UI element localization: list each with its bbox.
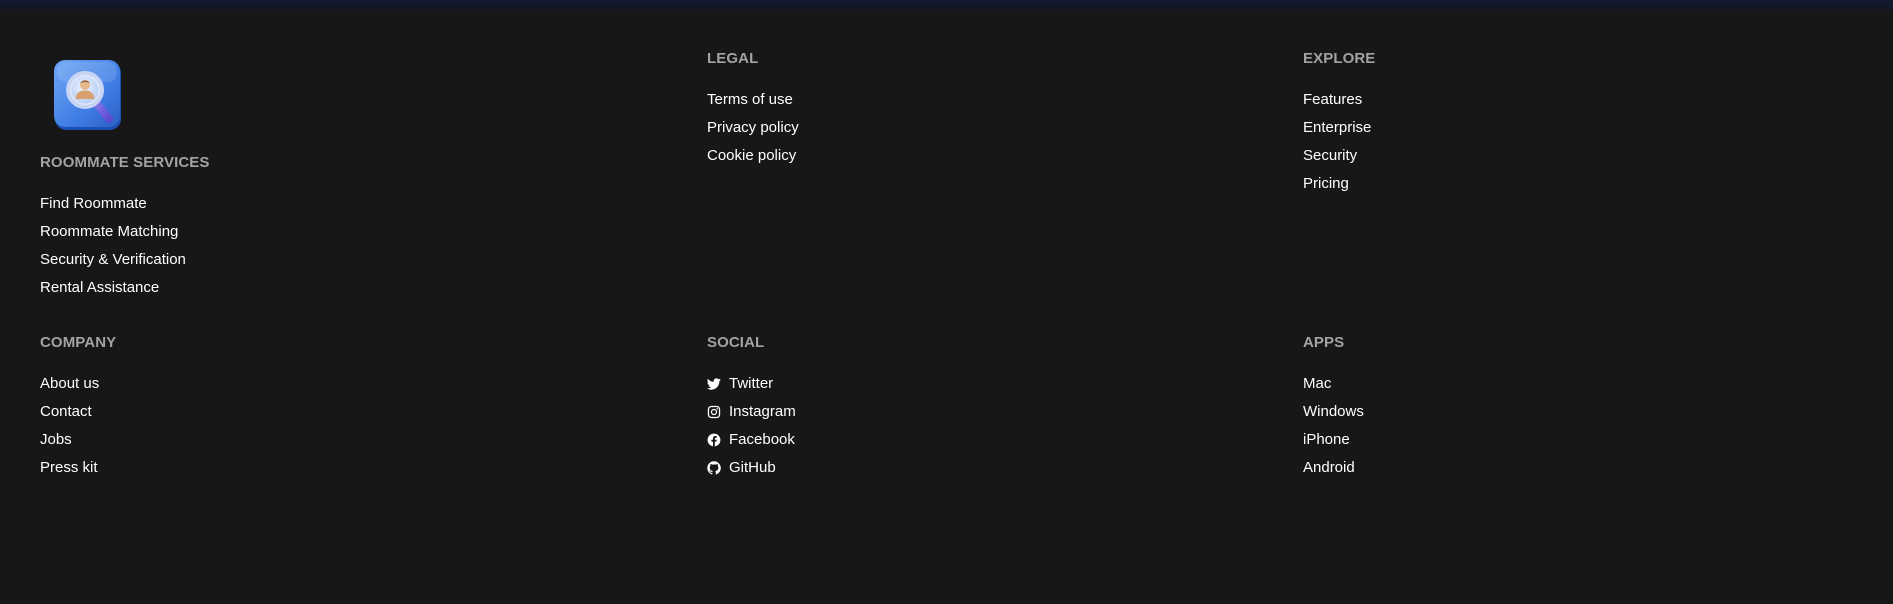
list-item: Rental Assistance: [40, 274, 210, 302]
list-item: Windows: [1303, 398, 1364, 426]
link-instagram[interactable]: Instagram: [707, 398, 796, 426]
footer-heading-legal: LEGAL: [707, 50, 759, 67]
link-twitter[interactable]: Twitter: [707, 370, 773, 398]
list-item: Cookie policy: [707, 142, 799, 170]
footer-heading-social: SOCIAL: [707, 334, 765, 351]
link-label-instagram: Instagram: [729, 403, 796, 420]
footer-links-legal: Terms of use Privacy policy Cookie polic…: [707, 86, 799, 170]
footer-heading-company: COMPANY: [40, 334, 117, 351]
link-windows[interactable]: Windows: [1303, 398, 1364, 426]
github-icon: [707, 461, 721, 475]
list-item: Contact: [40, 398, 116, 426]
footer-column-explore: EXPLORE Features Enterprise Security Pri…: [1303, 50, 1375, 198]
list-item: Jobs: [40, 426, 116, 454]
link-iphone[interactable]: iPhone: [1303, 426, 1350, 454]
list-item: Terms of use: [707, 86, 799, 114]
top-gradient-strip: [0, 0, 1893, 11]
list-item: Facebook: [707, 426, 796, 454]
magnifier-person-icon[interactable]: [53, 59, 125, 133]
list-item: Find Roommate: [40, 190, 210, 218]
link-about-us[interactable]: About us: [40, 370, 99, 398]
footer-column-company: COMPANY About us Contact Jobs Press kit: [40, 334, 116, 482]
link-facebook[interactable]: Facebook: [707, 426, 795, 454]
link-jobs[interactable]: Jobs: [40, 426, 72, 454]
list-item: Pricing: [1303, 170, 1375, 198]
footer-links-company: About us Contact Jobs Press kit: [40, 370, 116, 482]
footer-links-social: Twitter Instagram Facebook GitHub: [707, 370, 796, 482]
link-label-github: GitHub: [729, 459, 776, 476]
link-label-twitter: Twitter: [729, 375, 774, 392]
list-item: Press kit: [40, 454, 116, 482]
instagram-icon: [707, 405, 721, 419]
list-item: Enterprise: [1303, 114, 1375, 142]
footer-heading-roommate-services: ROOMMATE SERVICES: [40, 154, 210, 171]
list-item: GitHub: [707, 454, 796, 482]
list-item: Security & Verification: [40, 246, 210, 274]
link-github[interactable]: GitHub: [707, 454, 776, 482]
list-item: Roommate Matching: [40, 218, 210, 246]
twitter-icon: [707, 378, 721, 390]
link-press-kit[interactable]: Press kit: [40, 454, 98, 482]
footer-column-legal: LEGAL Terms of use Privacy policy Cookie…: [707, 50, 799, 170]
footer-column-social: SOCIAL Twitter Instagram Facebook GitHub: [707, 334, 796, 482]
footer-links-explore: Features Enterprise Security Pricing: [1303, 86, 1375, 198]
link-terms-of-use[interactable]: Terms of use: [707, 86, 793, 114]
link-mac[interactable]: Mac: [1303, 370, 1331, 398]
link-rental-assistance[interactable]: Rental Assistance: [40, 274, 159, 302]
footer-heading-apps: APPS: [1303, 334, 1345, 351]
link-features[interactable]: Features: [1303, 86, 1362, 114]
list-item: iPhone: [1303, 426, 1364, 454]
footer-column-apps: APPS Mac Windows iPhone Android: [1303, 334, 1364, 482]
link-roommate-matching[interactable]: Roommate Matching: [40, 218, 178, 246]
list-item: Privacy policy: [707, 114, 799, 142]
list-item: Security: [1303, 142, 1375, 170]
list-item: Android: [1303, 454, 1364, 482]
list-item: About us: [40, 370, 116, 398]
link-cookie-policy[interactable]: Cookie policy: [707, 142, 796, 170]
link-find-roommate[interactable]: Find Roommate: [40, 190, 147, 218]
list-item: Instagram: [707, 398, 796, 426]
footer-links-roommate-services: Find Roommate Roommate Matching Security…: [40, 190, 210, 302]
link-pricing[interactable]: Pricing: [1303, 170, 1349, 198]
footer-links-apps: Mac Windows iPhone Android: [1303, 370, 1364, 482]
list-item: Twitter: [707, 370, 796, 398]
facebook-icon: [707, 433, 721, 447]
link-android[interactable]: Android: [1303, 454, 1355, 482]
footer-heading-explore: EXPLORE: [1303, 50, 1376, 67]
list-item: Features: [1303, 86, 1375, 114]
footer-column-roommate-services: ROOMMATE SERVICES Find Roommate Roommate…: [40, 154, 210, 302]
link-security[interactable]: Security: [1303, 142, 1357, 170]
link-contact[interactable]: Contact: [40, 398, 92, 426]
link-enterprise[interactable]: Enterprise: [1303, 114, 1371, 142]
list-item: Mac: [1303, 370, 1364, 398]
link-security-verification[interactable]: Security & Verification: [40, 246, 186, 274]
link-label-facebook: Facebook: [729, 431, 795, 448]
link-privacy-policy[interactable]: Privacy policy: [707, 114, 799, 142]
